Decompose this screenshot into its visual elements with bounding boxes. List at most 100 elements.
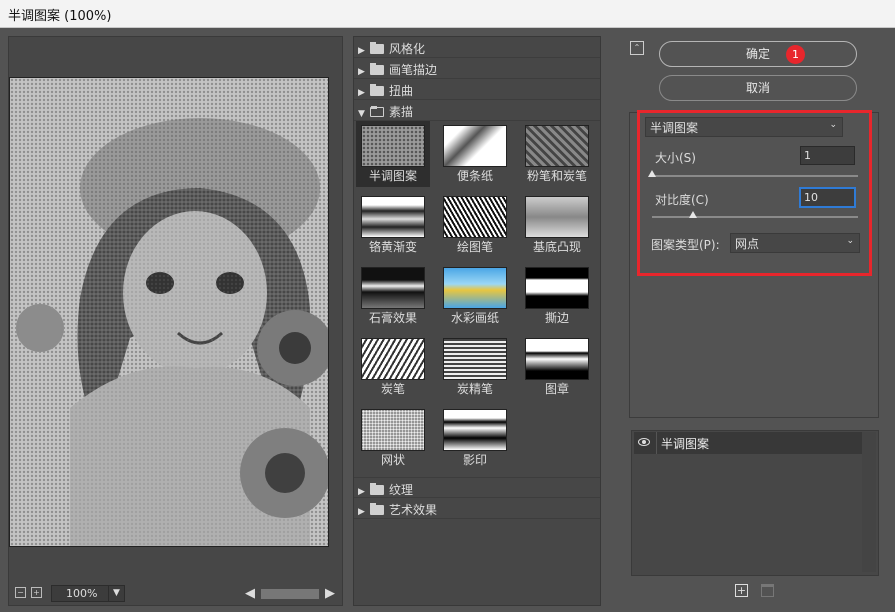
folder-icon [370, 42, 384, 54]
thumb-label: 图章 [544, 382, 569, 396]
thumb-image [443, 338, 507, 380]
pattern-type-label: 图案类型(P): [651, 238, 720, 252]
layers-scrollbar[interactable] [862, 432, 876, 572]
folder-icon [370, 84, 384, 96]
chevron-down-icon: ⌄ [829, 120, 837, 130]
size-slider-thumb[interactable] [648, 170, 656, 177]
divider [656, 432, 657, 454]
size-label: 大小(S) [655, 151, 696, 165]
category-label: 画笔描边 [389, 63, 438, 77]
thumb-chalk-charcoal[interactable]: 粉笔和炭笔 [520, 121, 594, 187]
effect-layers-panel: 半调图案 [631, 430, 879, 576]
thumb-image [361, 267, 425, 309]
thumb-image [525, 267, 589, 309]
contrast-input[interactable]: 10 [800, 188, 855, 207]
thumb-label: 撕边 [544, 311, 569, 325]
thumb-image [361, 196, 425, 238]
chevron-down-icon: ⌄ [846, 236, 854, 246]
window-title: 半调图案 (100%) [0, 0, 895, 28]
thumb-label: 网状 [380, 453, 405, 467]
preview-controls: − + 100% ▼ ◀ ▶ [9, 583, 342, 605]
thumb-halftone[interactable]: 半调图案 [356, 121, 430, 187]
thumb-label: 基底凸现 [532, 240, 581, 254]
step-badge: 1 [786, 45, 805, 64]
ok-button[interactable]: 确定 [659, 41, 857, 67]
expand-arrow-icon: ▶ [358, 46, 365, 56]
thumbnail-grid: 半调图案 便条纸 粉笔和炭笔 铬黄渐变 绘图笔 基底凸现 石膏效果 水彩画纸 撕… [354, 121, 600, 477]
contrast-slider-track[interactable] [652, 216, 858, 218]
thumb-water-paper[interactable]: 水彩画纸 [438, 263, 512, 329]
thumb-label: 炭笔 [380, 382, 405, 396]
thumb-stamp[interactable]: 图章 [520, 334, 594, 400]
category-artistic[interactable]: ▶ 艺术效果 [354, 498, 600, 519]
thumb-reticulation[interactable]: 网状 [356, 405, 430, 471]
thumb-image [525, 125, 589, 167]
category-label: 素描 [389, 105, 414, 119]
thumb-charcoal[interactable]: 炭笔 [356, 334, 430, 400]
category-texture[interactable]: ▶ 纹理 [354, 477, 600, 498]
zoom-out-icon[interactable]: − [15, 587, 26, 598]
category-sketch[interactable]: ▼ 素描 [354, 100, 600, 121]
category-brush-strokes[interactable]: ▶ 画笔描边 [354, 58, 600, 79]
folder-icon [370, 63, 384, 75]
thumb-label: 便条纸 [456, 169, 493, 183]
thumb-conte-crayon[interactable]: 炭精笔 [438, 334, 512, 400]
halftone-portrait [10, 78, 328, 546]
folder-icon [370, 483, 384, 495]
effect-layer-row[interactable]: 半调图案 [634, 432, 863, 454]
thumb-plaster[interactable]: 石膏效果 [356, 263, 430, 329]
zoom-in-icon[interactable]: + [31, 587, 42, 598]
contrast-label: 对比度(C) [655, 193, 709, 207]
scroll-thumb[interactable] [261, 589, 319, 599]
zoom-value: 100% [66, 587, 98, 600]
thumb-label: 铬黄渐变 [368, 240, 417, 254]
thumb-label: 石膏效果 [368, 311, 417, 325]
thumb-bas-relief[interactable]: 基底凸现 [520, 192, 594, 258]
thumb-torn-edges[interactable]: 撕边 [520, 263, 594, 329]
category-label: 扭曲 [389, 84, 414, 98]
zoom-select[interactable]: 100% ▼ [51, 585, 125, 602]
filter-select[interactable]: 半调图案 ⌄ [645, 117, 843, 137]
category-label: 艺术效果 [389, 503, 438, 517]
thumb-image [443, 196, 507, 238]
thumb-label: 半调图案 [368, 169, 417, 183]
thumb-graphic-pen[interactable]: 绘图笔 [438, 192, 512, 258]
thumb-image [443, 267, 507, 309]
contrast-slider-thumb[interactable] [689, 211, 698, 218]
thumb-photocopy[interactable]: 影印 [438, 405, 512, 471]
category-distort[interactable]: ▶ 扭曲 [354, 79, 600, 100]
size-slider-track[interactable] [652, 175, 858, 177]
thumb-label: 粉笔和炭笔 [526, 169, 587, 183]
preview-panel: − + 100% ▼ ◀ ▶ [8, 36, 343, 606]
preview-image[interactable] [9, 77, 329, 547]
collapse-gallery-icon[interactable]: ⌃ [630, 41, 644, 55]
thumb-label: 绘图笔 [456, 240, 493, 254]
thumb-note-paper[interactable]: 便条纸 [438, 121, 512, 187]
expand-arrow-icon: ▶ [358, 487, 365, 497]
thumb-label: 炭精笔 [456, 382, 493, 396]
eye-icon[interactable] [638, 438, 650, 446]
filter-gallery: ▶ 风格化 ▶ 画笔描边 ▶ 扭曲 ▼ 素描 半调图案 便条纸 粉笔和炭笔 铬黄渐变 绘… [353, 36, 601, 606]
thumb-image [525, 196, 589, 238]
thumb-image [525, 338, 589, 380]
thumb-image [361, 125, 425, 167]
filter-select-value: 半调图案 [650, 121, 699, 135]
expand-arrow-icon: ▶ [358, 88, 365, 98]
category-label: 纹理 [389, 483, 414, 497]
horizontal-scrollbar[interactable]: ◀ ▶ [245, 586, 335, 601]
scroll-left-icon[interactable]: ◀ [245, 586, 255, 601]
category-stylize[interactable]: ▶ 风格化 [354, 37, 600, 58]
pattern-type-value: 网点 [735, 237, 760, 251]
delete-effect-layer-icon[interactable] [761, 584, 774, 597]
thumb-label: 水彩画纸 [450, 311, 499, 325]
thumb-label: 影印 [462, 453, 487, 467]
category-label: 风格化 [389, 42, 426, 56]
cancel-button[interactable]: 取消 [659, 75, 857, 101]
size-input[interactable]: 1 [800, 146, 855, 165]
thumb-chrome[interactable]: 铬黄渐变 [356, 192, 430, 258]
folder-icon [370, 503, 384, 515]
scroll-right-icon[interactable]: ▶ [325, 586, 335, 601]
pattern-type-select[interactable]: 网点 ⌄ [730, 233, 860, 253]
new-effect-layer-icon[interactable]: + [735, 584, 748, 597]
thumb-image [361, 409, 425, 451]
